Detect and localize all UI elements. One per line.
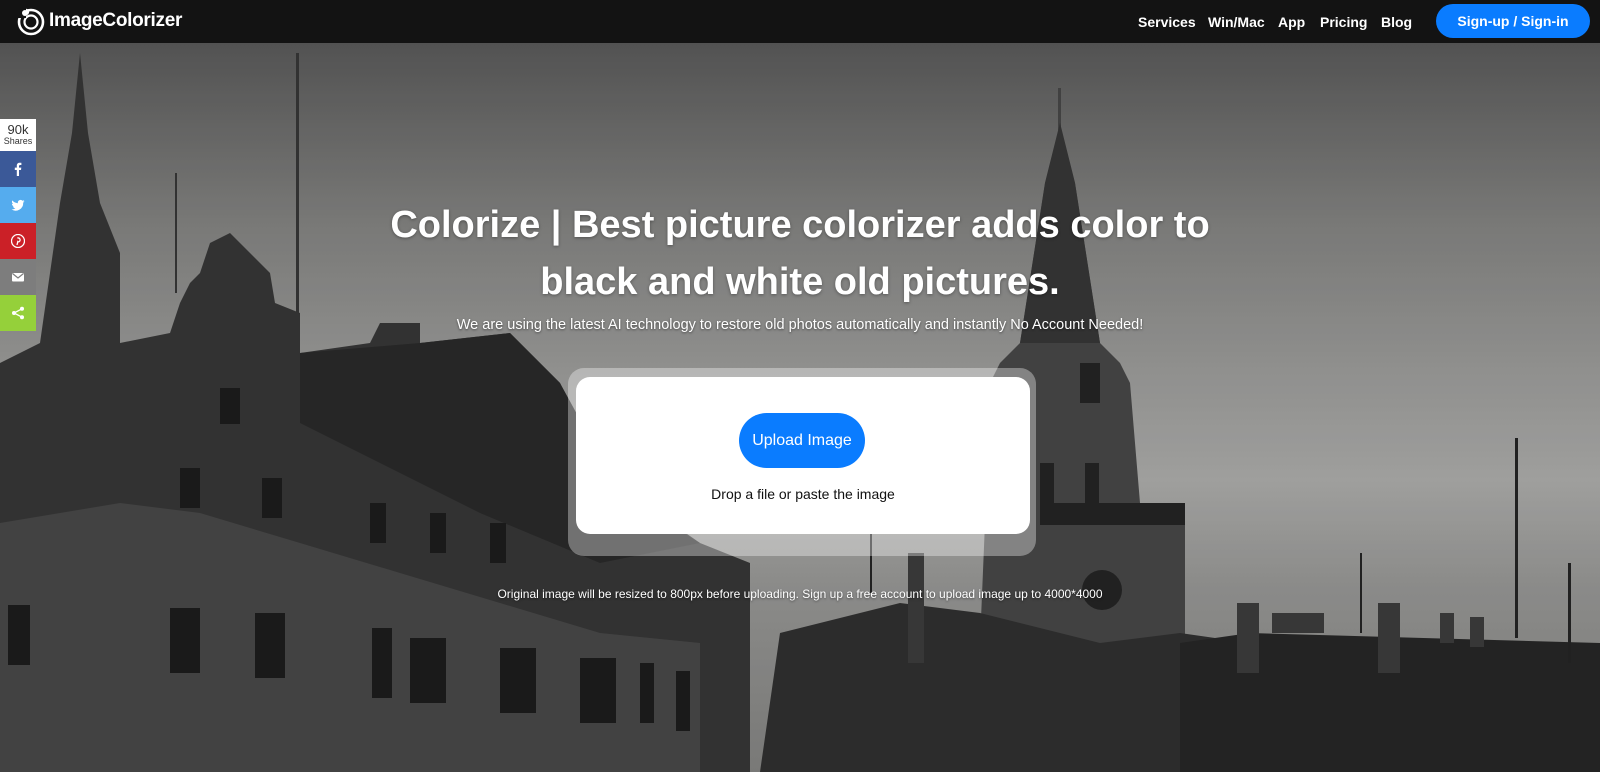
pinterest-icon <box>11 234 25 248</box>
share-count-label: Shares <box>3 136 33 146</box>
nav-pricing[interactable]: Pricing <box>1320 14 1367 30</box>
share-pinterest-button[interactable] <box>0 223 36 259</box>
share-more-button[interactable] <box>0 295 36 331</box>
share-icon <box>12 306 24 320</box>
top-navigation-bar: ImageColorizer Services Win/Mac App Pric… <box>0 0 1600 43</box>
upload-image-button[interactable]: Upload Image <box>739 413 865 468</box>
hero-title: Colorize | Best picture colorizer adds c… <box>390 204 1210 303</box>
brand-name: ImageColorizer <box>49 10 183 31</box>
email-icon <box>12 273 24 282</box>
brand-logo[interactable]: ImageColorizer <box>16 5 182 37</box>
nav-blog[interactable]: Blog <box>1381 14 1412 30</box>
nav-services[interactable]: Services <box>1138 14 1196 30</box>
drop-file-hint: Drop a file or paste the image <box>711 486 895 502</box>
facebook-icon <box>14 162 22 176</box>
social-share-bar: 90k Shares <box>0 119 36 331</box>
brand-logo-icon <box>16 6 45 36</box>
hero-subtitle: We are using the latest AI technology to… <box>456 317 1144 333</box>
upload-size-note: Original image will be resized to 800px … <box>497 587 1103 601</box>
share-count-number: 90k <box>7 122 29 137</box>
twitter-icon <box>11 199 25 211</box>
share-facebook-button[interactable] <box>0 151 36 187</box>
share-count: 90k Shares <box>0 119 36 151</box>
nav-app[interactable]: App <box>1278 14 1305 30</box>
hero-section: 90k Shares Colorize | Best picture color… <box>0 43 1600 772</box>
signin-button[interactable]: Sign-up / Sign-in <box>1436 4 1590 38</box>
share-twitter-button[interactable] <box>0 187 36 223</box>
share-email-button[interactable] <box>0 259 36 295</box>
nav-win-mac[interactable]: Win/Mac <box>1208 14 1265 30</box>
